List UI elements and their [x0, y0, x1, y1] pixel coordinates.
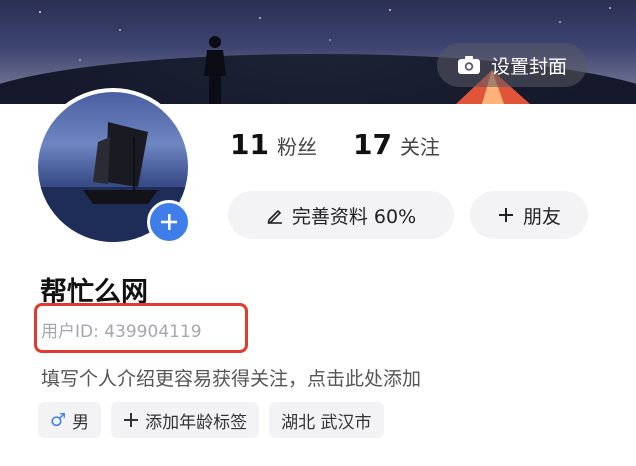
plus-icon [124, 413, 139, 427]
fans-count: 11 [230, 128, 269, 161]
fans-label: 粉丝 [276, 135, 317, 159]
plus-icon [498, 208, 513, 222]
add-friend-label: 朋友 [522, 205, 561, 228]
complete-profile-button[interactable]: 完善资料 60% [228, 191, 454, 239]
gender-label: 男 [72, 412, 90, 433]
add-age-label: 添加年龄标签 [145, 412, 248, 433]
following-count: 17 [352, 128, 392, 161]
complete-profile-label: 完善资料 60% [291, 205, 417, 228]
add-friend-button[interactable]: 朋友 [470, 191, 588, 239]
location-tag[interactable]: 湖北 武汉市 [269, 402, 384, 438]
edit-pencil-icon [267, 209, 282, 224]
user-id[interactable]: 用户ID: 439904119 [41, 317, 202, 342]
add-avatar-button[interactable] [147, 200, 191, 244]
bio-placeholder[interactable]: 填写个人介绍更容易获得关注，点击此处添加 [41, 364, 421, 391]
silhouette-person [204, 36, 226, 104]
male-icon: ♂ [50, 409, 67, 431]
profile-tags: ♂ 男 添加年龄标签 湖北 武汉市 [38, 402, 384, 438]
location-label: 湖北 武汉市 [281, 412, 372, 433]
set-cover-button[interactable]: 设置封面 [437, 43, 587, 87]
following-label: 关注 [399, 135, 440, 159]
plus-icon [161, 214, 177, 230]
following-stat[interactable]: 17 关注 [353, 128, 440, 161]
gender-tag[interactable]: ♂ 男 [38, 402, 102, 438]
set-cover-label: 设置封面 [490, 55, 567, 78]
add-age-tag[interactable]: 添加年龄标签 [111, 402, 260, 438]
profile-cover[interactable]: 设置封面 [0, 0, 636, 104]
fans-stat[interactable]: 11 粉丝 [230, 128, 317, 161]
camera-icon [457, 56, 480, 74]
profile-stats: 11 粉丝 17 关注 [230, 128, 440, 161]
